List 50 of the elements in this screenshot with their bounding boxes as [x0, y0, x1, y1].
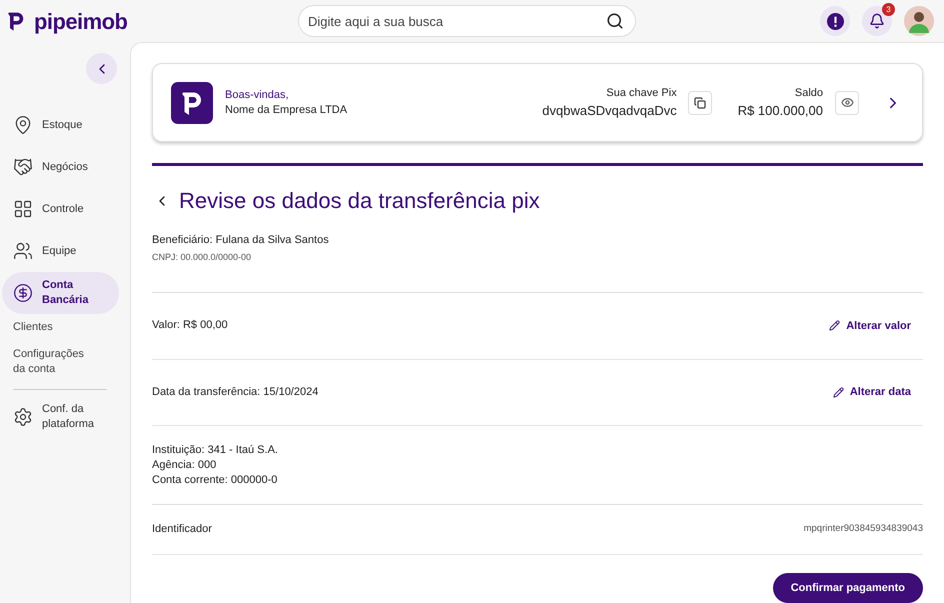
detail-text: Beneficiário: Fulana da Silva Santos [152, 233, 330, 248]
balance-label: Saldo [794, 86, 823, 100]
sidebar-item[interactable]: Equipe [2, 230, 119, 272]
show-balance-button[interactable] [835, 90, 859, 114]
grid-icon [13, 199, 33, 219]
sidebar-item[interactable]: Conf. da plataforma [2, 396, 119, 438]
cnpj-text: CNPJ: 00.000.0/0000-00 [152, 251, 252, 264]
sidebar-link[interactable]: Configurações da conta [0, 341, 100, 383]
avatar[interactable] [904, 6, 934, 36]
detail-text: Valor: R$ 00,00 [152, 318, 228, 334]
exclamation-icon [826, 12, 844, 30]
notification-badge: 3 [882, 3, 895, 16]
people-icon [13, 241, 33, 261]
pin-icon [13, 115, 33, 135]
handshake-icon [13, 157, 33, 177]
detail-text: Instituição: 341 - Itaú S.A. [152, 442, 279, 458]
eye-icon [840, 96, 854, 109]
search-field[interactable]: Digite aqui a sua busca [298, 5, 636, 37]
company-logo [171, 82, 213, 124]
detail-text: Agência: 000 [152, 458, 218, 473]
dollar-icon [13, 283, 33, 303]
brand-name: pipeimob [34, 8, 128, 36]
company-name: Nome da Empresa LTDA [225, 102, 348, 118]
detail-text: Identificador [152, 522, 212, 537]
sidebar-item[interactable]: Conta Bancária [2, 272, 119, 314]
page-title: Revise os dados da transferência pix [179, 187, 540, 215]
sidebar-item[interactable]: Negócios [2, 146, 119, 188]
pix-key: dvqbwaSDvqadvqaDvc [542, 101, 677, 120]
balance: R$ 100.000,00 [738, 102, 823, 120]
alert-button[interactable] [820, 6, 850, 36]
detail-text: Conta corrente: 000000-0 [152, 472, 278, 488]
copy-button[interactable] [688, 90, 712, 114]
greeting: Boas-vindas, [225, 88, 290, 102]
confirm-button[interactable]: Confirmar pagamento [772, 573, 923, 603]
detail-text: Data da transferência: 15/10/2024 [152, 385, 318, 400]
pencil-icon [832, 387, 844, 398]
notifications-button[interactable]: 3 [862, 6, 892, 36]
edit-link[interactable]: Alterar data [832, 384, 923, 401]
sidebar-item[interactable]: Estoque [2, 104, 119, 146]
bell-icon [869, 13, 885, 29]
collapse-button[interactable] [86, 53, 117, 84]
pix-key-label: Sua chave Pix [606, 86, 677, 100]
edit-link[interactable]: Alterar valor [829, 318, 923, 334]
settings-icon [13, 407, 33, 427]
sidebar-item[interactable]: Controle [2, 188, 119, 230]
sidebar-link[interactable]: Clientes [0, 314, 100, 341]
copy-icon [694, 96, 706, 108]
identifier-value: mpqrinter903845934839043 [804, 522, 923, 536]
search-icon[interactable] [606, 12, 624, 30]
pencil-icon [829, 320, 840, 332]
